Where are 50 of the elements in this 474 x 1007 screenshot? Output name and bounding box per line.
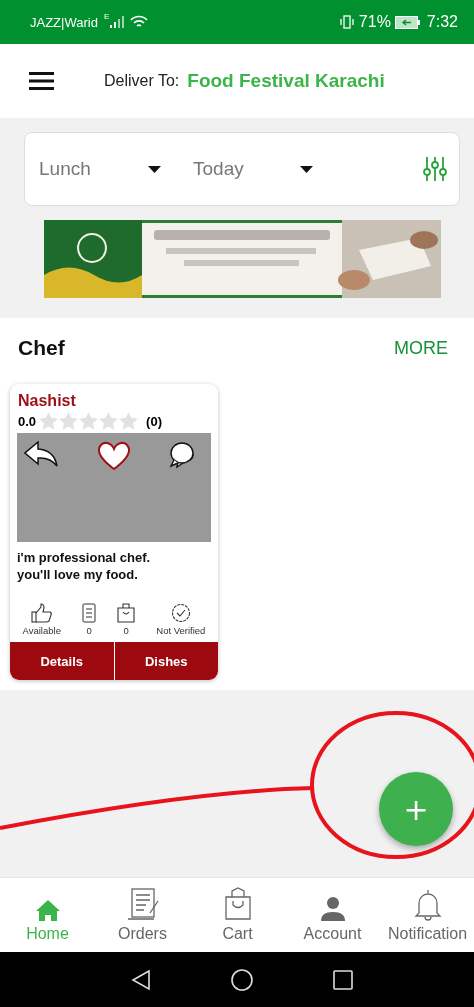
- nav-tab[interactable]: Orders: [95, 878, 190, 952]
- battery-icon: [394, 15, 421, 29]
- section-title: Chef: [18, 336, 65, 360]
- caret-icon: [148, 165, 161, 173]
- star-icon: [79, 412, 99, 430]
- bell-icon: [413, 889, 442, 921]
- wifi-icon: [130, 15, 149, 29]
- share-arrow-icon[interactable]: [24, 441, 58, 467]
- clock-time: 7:32: [426, 13, 458, 31]
- star-icon: [39, 412, 59, 430]
- nav-tab[interactable]: Cart: [190, 878, 285, 952]
- nav-tab[interactable]: Notification: [380, 878, 474, 952]
- shopping-bag-icon: [223, 887, 252, 921]
- deliver-label: Deliver To:: [104, 72, 180, 90]
- stat-label: 0: [123, 625, 129, 636]
- signal-icon: [110, 16, 125, 28]
- check-badge-icon: [170, 603, 191, 623]
- battery-percent: 71%: [358, 13, 391, 31]
- more-link[interactable]: MORE: [394, 337, 448, 359]
- details-button[interactable]: Details: [10, 642, 114, 680]
- rating-value: 0.0: [18, 413, 37, 429]
- stat-label: 0: [86, 625, 92, 636]
- star-icon: [119, 412, 139, 430]
- person-icon: [320, 897, 345, 921]
- recents-icon[interactable]: [333, 969, 353, 990]
- list-icon: [82, 603, 97, 623]
- vibrate-icon: [338, 15, 355, 29]
- star-icon: [59, 412, 79, 430]
- star-icon: [99, 412, 119, 430]
- order-list-icon: [125, 887, 160, 921]
- caret-icon: [300, 165, 313, 173]
- chef-name[interactable]: Nashist: [10, 384, 218, 410]
- home-icon: [35, 899, 60, 921]
- menu-icon[interactable]: [29, 72, 54, 90]
- dishes-button[interactable]: Dishes: [114, 642, 218, 680]
- network-type: E: [103, 12, 110, 21]
- thumbs-up-icon: [30, 603, 53, 623]
- filter-dropdown[interactable]: Today: [193, 158, 323, 180]
- nav-tab[interactable]: Account: [285, 878, 380, 952]
- bag-icon: [117, 601, 136, 623]
- heart-icon[interactable]: [96, 441, 131, 471]
- review-count: (0): [146, 413, 162, 429]
- chef-bio: i'm professional chef. you'll love my food.: [16, 549, 152, 583]
- home-circle-icon[interactable]: [231, 968, 253, 991]
- stat-label: Not Verified: [156, 625, 206, 636]
- carrier-text: JAZZ|Warid: [30, 14, 98, 30]
- filter-dropdown[interactable]: Lunch: [39, 158, 171, 180]
- filter-sliders-icon[interactable]: [423, 156, 447, 182]
- stat-label: Available: [22, 625, 61, 636]
- back-icon[interactable]: [131, 968, 151, 991]
